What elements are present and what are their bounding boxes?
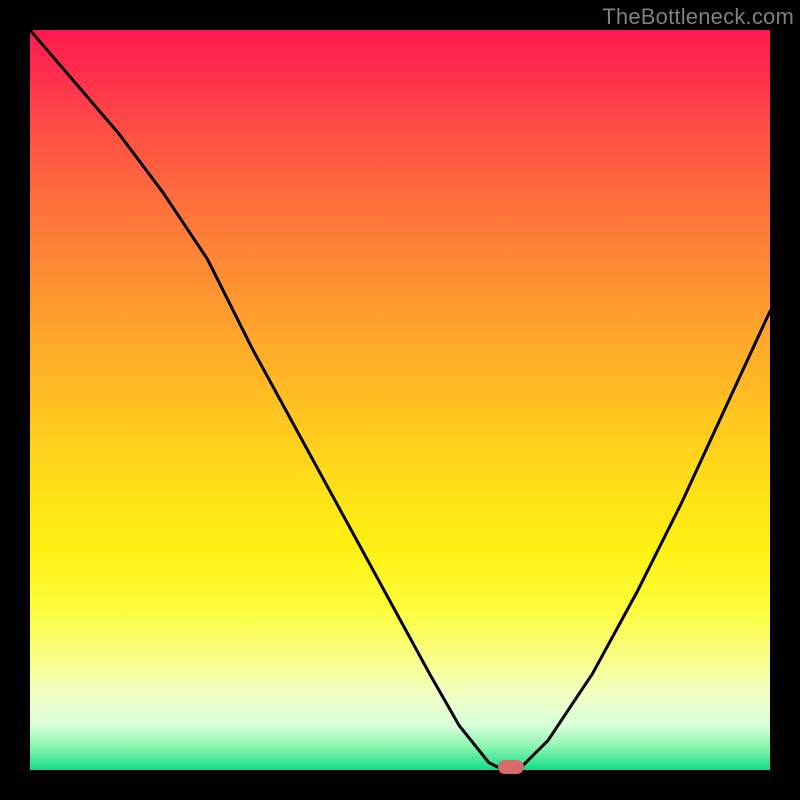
optimum-marker [498,760,524,774]
bottleneck-curve [30,30,770,770]
watermark-text: TheBottleneck.com [602,4,794,30]
chart-container: TheBottleneck.com [0,0,800,800]
curve-svg [30,30,770,770]
plot-area [30,30,770,770]
